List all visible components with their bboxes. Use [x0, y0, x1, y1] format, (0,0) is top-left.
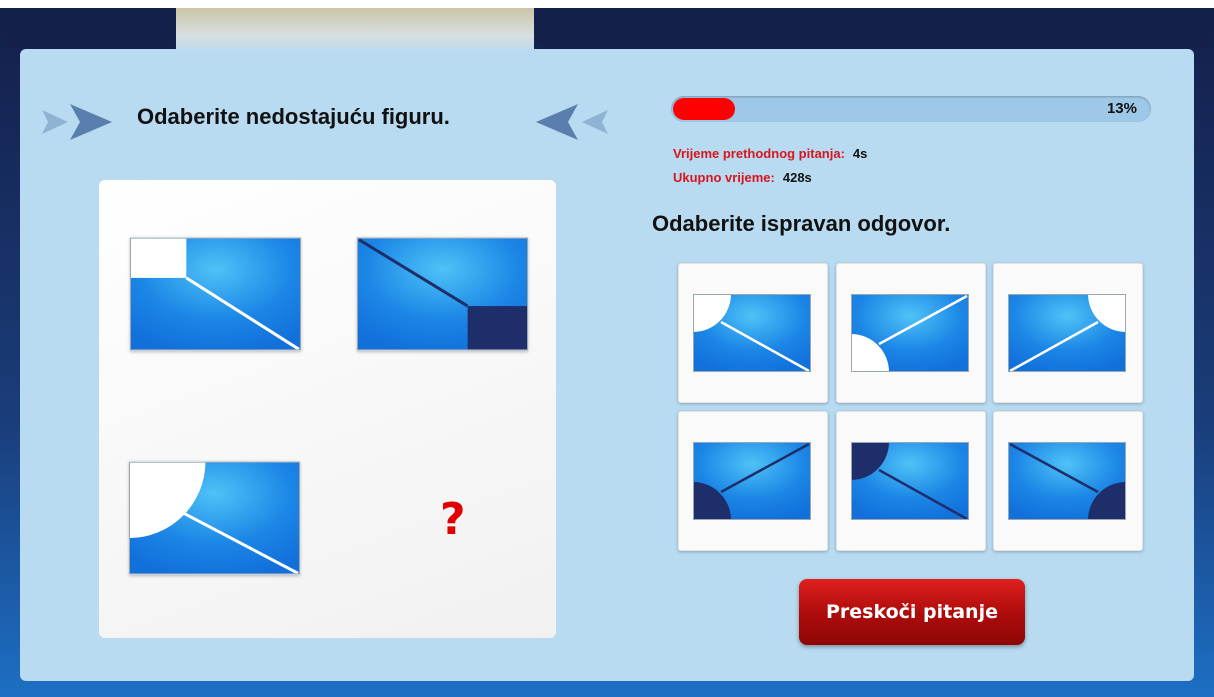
previous-time-stat: Vrijeme prethodnog pitanja: 4s — [673, 146, 867, 161]
answer-option-2[interactable] — [836, 263, 986, 403]
top-tab-right — [537, 8, 1207, 48]
progress-bar: 13% — [671, 96, 1151, 122]
top-tab-left — [8, 8, 173, 48]
answer-option-3[interactable] — [993, 263, 1143, 403]
previous-time-value: 4s — [852, 146, 868, 161]
answer-option-5[interactable] — [836, 411, 986, 551]
missing-figure-mark: ? — [440, 494, 466, 545]
total-time-label: Ukupno vrijeme: — [673, 170, 775, 185]
answer-option-1[interactable] — [678, 263, 828, 403]
previous-time-label: Vrijeme prethodnog pitanja: — [673, 146, 845, 161]
progress-fill — [673, 98, 735, 120]
puzzle-tile-1 — [130, 237, 301, 351]
puzzle-tile-2 — [357, 237, 528, 351]
arrow-right-icon — [42, 104, 114, 140]
answer-title: Odaberite ispravan odgovor. — [652, 211, 951, 236]
progress-percent: 13% — [1106, 100, 1137, 117]
answer-option-4[interactable] — [678, 411, 828, 551]
skip-question-button[interactable]: Preskoči pitanje — [799, 579, 1025, 645]
total-time-value: 428s — [782, 170, 812, 185]
answer-option-6[interactable] — [993, 411, 1143, 551]
total-time-stat: Ukupno vrijeme: 428s — [673, 170, 812, 185]
top-tab-active — [176, 8, 534, 54]
question-title: Odaberite nedostajuću figuru. — [137, 104, 450, 129]
puzzle-tile-3 — [129, 461, 300, 575]
arrow-left-icon — [536, 104, 608, 140]
